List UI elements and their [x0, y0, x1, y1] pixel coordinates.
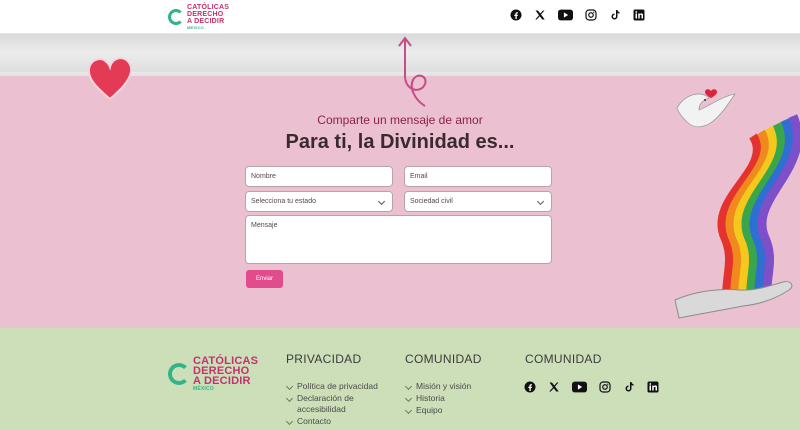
tiktok-icon[interactable] [623, 381, 635, 393]
name-field[interactable]: Nombre [245, 166, 393, 187]
footer-heading-comunidad-1: COMUNIDAD [405, 352, 482, 366]
footer-logo-line3: A DECIDIR [193, 375, 251, 387]
name-placeholder: Nombre [251, 173, 276, 180]
accessibility-link-cont[interactable]: accesibilidad [286, 404, 378, 415]
linkedin-icon[interactable] [647, 381, 659, 393]
footer-logo[interactable]: CATÓLICAS DERECHO A DECIDIR MÉXICO [168, 356, 258, 392]
footer-logo-text: CATÓLICAS DERECHO A DECIDIR MÉXICO [193, 356, 258, 393]
mission-link[interactable]: Misión y visión [405, 381, 471, 392]
civil-select-value: Sociedad civil [410, 198, 453, 205]
heart-icon [87, 56, 133, 101]
footer-social-links [524, 381, 659, 393]
tiktok-icon[interactable] [609, 9, 621, 21]
email-field[interactable]: Email [404, 166, 552, 187]
logo-line1: CATÓLICAS [187, 4, 230, 11]
accessibility-link-line2: accesibilidad [297, 404, 346, 414]
message-placeholder: Mensaje [251, 222, 278, 229]
facebook-icon[interactable] [510, 9, 522, 21]
site-footer [0, 328, 800, 430]
youtube-icon[interactable] [572, 381, 587, 393]
header-social-links [510, 9, 645, 21]
site-header: CATÓLICAS DERECHO A DECIDIR MÉXICO [0, 0, 800, 34]
logo-country: MÉXICO [187, 25, 204, 30]
footer-logo-mark-icon [168, 363, 190, 385]
privacy-policy-link[interactable]: Política de privacidad [286, 381, 378, 392]
instagram-icon[interactable] [599, 381, 611, 393]
dove-icon [676, 93, 736, 128]
arrow-squiggle-icon [398, 36, 427, 107]
state-select-value: Selecciona tu estado [251, 198, 316, 205]
team-link[interactable]: Equipo [405, 405, 471, 416]
civil-status-select[interactable]: Sociedad civil [404, 191, 552, 212]
x-icon[interactable] [548, 381, 560, 393]
logo-line2: DERECHO [187, 11, 224, 18]
logo-text: CATÓLICAS DERECHO A DECIDIR MÉXICO [187, 4, 229, 30]
facebook-icon[interactable] [524, 381, 536, 393]
instagram-icon[interactable] [585, 9, 597, 21]
footer-community-links: Misión y visión Historia Equipo [405, 381, 471, 417]
site-logo[interactable]: CATÓLICAS DERECHO A DECIDIR MÉXICO [168, 4, 229, 30]
youtube-icon[interactable] [558, 9, 573, 21]
footer-heading-privacidad: PRIVACIDAD [286, 352, 362, 366]
x-icon[interactable] [534, 9, 546, 21]
history-link[interactable]: Historia [405, 393, 471, 404]
logo-mark-icon [168, 9, 184, 25]
state-select[interactable]: Selecciona tu estado [245, 191, 393, 212]
contact-link[interactable]: Contacto [286, 416, 378, 427]
dove-rainbow-hand-illustration [674, 89, 800, 319]
accessibility-link-line1: Declaración de [297, 393, 354, 403]
logo-line3: A DECIDIR [187, 18, 225, 25]
footer-heading-comunidad-2: COMUNIDAD [525, 352, 602, 366]
footer-privacy-links: Política de privacidad Declaración de ac… [286, 381, 378, 428]
linkedin-icon[interactable] [633, 9, 645, 21]
send-button[interactable]: Enviar [246, 270, 283, 288]
email-placeholder: Email [410, 173, 428, 180]
message-field[interactable]: Mensaje [245, 215, 552, 264]
accessibility-link[interactable]: Declaración de [286, 393, 378, 404]
